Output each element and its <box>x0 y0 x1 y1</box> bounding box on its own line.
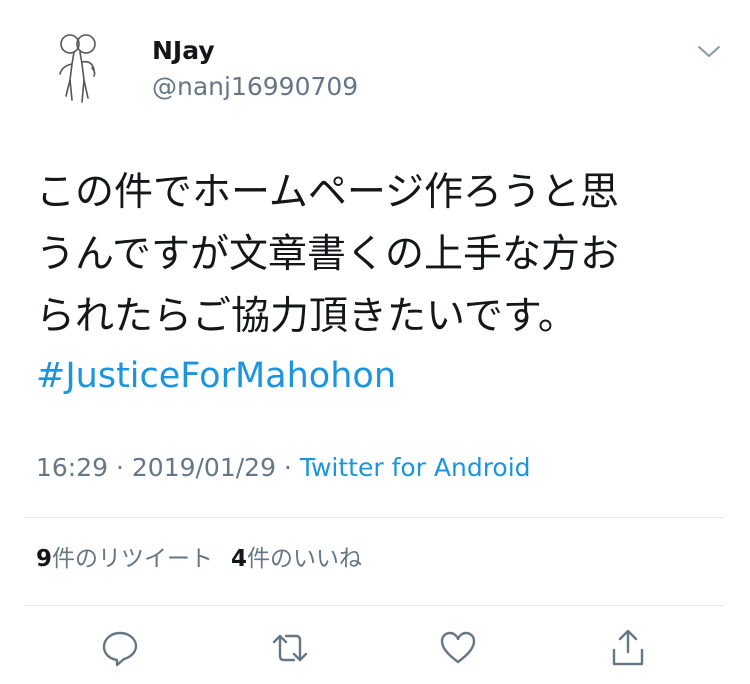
tweet-meta: 16:29 · 2019/01/29 · Twitter for Android <box>36 452 531 484</box>
tweet-time[interactable]: 16:29 <box>36 453 108 482</box>
tweet-menu-button[interactable] <box>694 40 724 62</box>
retweet-count: 9 <box>36 546 53 572</box>
reply-icon <box>102 631 138 667</box>
tweet-text-line: この件でホームページ作ろうと思 <box>36 170 620 215</box>
user-handle[interactable]: @nanj16990709 <box>152 72 358 102</box>
like-count: 4 <box>231 546 248 572</box>
like-label: 件のいいね <box>247 546 363 572</box>
meta-separator: · <box>275 453 300 482</box>
retweet-button[interactable] <box>270 628 310 668</box>
chevron-down-icon <box>698 46 720 57</box>
divider <box>24 605 724 606</box>
reply-button[interactable] <box>100 628 140 668</box>
likes-stat[interactable]: 4件のいいね <box>231 546 362 572</box>
display-name[interactable]: NJay <box>152 36 215 66</box>
tweet-text-line: られたらご協力頂きたいです。 <box>36 294 577 339</box>
tweet-date[interactable]: 2019/01/29 <box>132 453 276 482</box>
tweet-text: この件でホームページ作ろうと思 うんですが文章書くの上手な方お られたらご協力頂… <box>36 162 716 404</box>
tweet-text-line: うんですが文章書くの上手な方お <box>36 232 620 277</box>
heart-icon <box>440 631 476 664</box>
divider <box>24 517 724 518</box>
hashtag-link[interactable]: #JusticeForMahohon <box>36 348 716 404</box>
user-avatar[interactable] <box>48 30 112 110</box>
meta-separator: · <box>108 453 132 482</box>
tweet-source-link[interactable]: Twitter for Android <box>300 453 531 482</box>
retweets-stat[interactable]: 9件のリツイート <box>36 546 213 572</box>
stick-figure-avatar-icon <box>59 34 96 103</box>
share-button[interactable] <box>608 628 648 668</box>
retweet-label: 件のリツイート <box>52 546 214 572</box>
tweet-stats: 9件のリツイート 4件のいいね <box>36 543 362 575</box>
tweet-detail: NJay @nanj16990709 この件でホームページ作ろうと思 うんですが… <box>0 0 750 684</box>
like-button[interactable] <box>438 628 478 668</box>
retweet-icon <box>272 634 308 662</box>
share-icon <box>612 629 644 666</box>
